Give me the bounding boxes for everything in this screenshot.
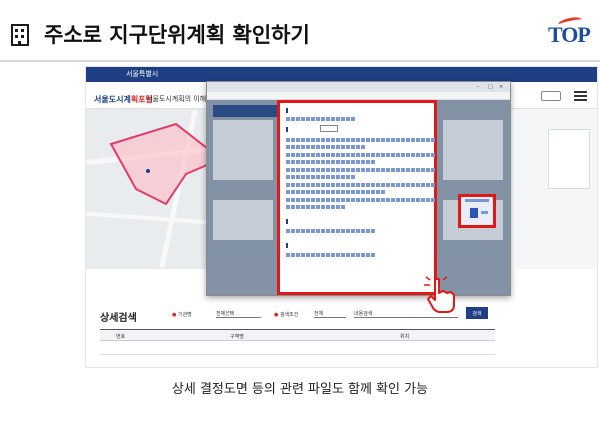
file-link[interactable] xyxy=(286,229,376,233)
slide-header: 주소로 지구단위계획 확인하기 TOP xyxy=(0,0,600,62)
section-decision-map xyxy=(286,127,291,133)
slide-title: 주소로 지구단위계획 확인하기 xyxy=(44,23,310,47)
agency-label-text: 기관명 xyxy=(177,312,192,318)
agency-select[interactable]: 전체선택 xyxy=(216,308,261,318)
file-link[interactable] xyxy=(286,168,436,172)
slide: 주소로 지구단위계획 확인하기 TOP 서울특별시 서울도시계획포털 서울도시계… xyxy=(0,0,600,422)
file-link[interactable] xyxy=(286,205,346,209)
map-type-select[interactable] xyxy=(320,125,338,132)
popup-addressbar xyxy=(207,92,510,100)
results-header: 번호 구역명 위치 xyxy=(100,329,495,341)
condition-label-text: 검색조건 xyxy=(279,312,299,318)
file-link[interactable] xyxy=(286,145,366,149)
file-link[interactable] xyxy=(286,117,356,121)
file-link[interactable] xyxy=(286,253,376,257)
file-popup-window: – □ × xyxy=(206,81,511,296)
pointer-hand-icon xyxy=(424,276,455,313)
site-logo[interactable]: 서울도시계획포털 xyxy=(94,94,153,105)
col-location: 위치 xyxy=(400,334,410,340)
hamburger-menu-icon[interactable] xyxy=(574,91,587,101)
slide-caption: 상세 결정도면 등의 관련 파일도 함께 확인 가능 xyxy=(171,382,429,397)
close-icon[interactable]: × xyxy=(499,84,503,90)
search-button[interactable]: 검색 xyxy=(466,307,488,319)
file-button-label xyxy=(481,211,488,214)
top-logo: TOP xyxy=(548,22,591,47)
related-files-highlight xyxy=(277,100,437,295)
condition-label: ● 검색조건 xyxy=(274,312,299,318)
condition-select[interactable]: 전체 xyxy=(314,308,346,318)
portal-screenshot: 서울특별시 서울도시계획포털 서울도시계획의 이해 상세검색 ● 기관명 전체선… xyxy=(85,66,598,368)
site-topbar: 서울특별시 xyxy=(86,67,597,82)
document-icon xyxy=(470,208,478,218)
section-decision-doc xyxy=(286,108,291,114)
col-name: 구역명 xyxy=(230,334,244,340)
section-survey-after xyxy=(286,243,291,249)
col-no: 번호 xyxy=(116,334,126,340)
file-button-highlight[interactable] xyxy=(458,194,496,228)
file-link[interactable] xyxy=(286,183,436,187)
file-link[interactable] xyxy=(286,198,436,202)
file-link[interactable] xyxy=(286,190,386,194)
file-button-caption xyxy=(465,199,489,202)
agency-label: ● 기관명 xyxy=(172,312,192,318)
login-button[interactable] xyxy=(541,91,561,101)
detail-search: 상세검색 ● 기관명 전체선택 ● 검색조건 전체 내용검색 검색 번호 구역명… xyxy=(86,301,597,367)
popup-titlebar: – □ × xyxy=(207,82,510,92)
file-link[interactable] xyxy=(286,138,436,142)
location-pin-icon xyxy=(146,169,150,173)
search-title: 상세검색 xyxy=(100,313,137,324)
minimize-icon[interactable]: – xyxy=(477,84,480,90)
file-link[interactable] xyxy=(286,153,436,157)
header-divider xyxy=(0,60,600,62)
brand-main: 서울도시계 xyxy=(94,95,131,104)
file-link[interactable] xyxy=(286,160,376,164)
maximize-icon[interactable]: □ xyxy=(488,84,493,90)
section-survey-before xyxy=(286,219,291,225)
building-icon xyxy=(11,24,29,46)
table-row[interactable] xyxy=(100,343,495,355)
seoul-gov-link[interactable]: 서울특별시 xyxy=(126,69,158,79)
file-link[interactable] xyxy=(286,175,356,179)
nav-menu-understanding[interactable]: 서울도시계획의 이해 xyxy=(146,94,206,104)
map-service-banner[interactable] xyxy=(548,129,590,189)
